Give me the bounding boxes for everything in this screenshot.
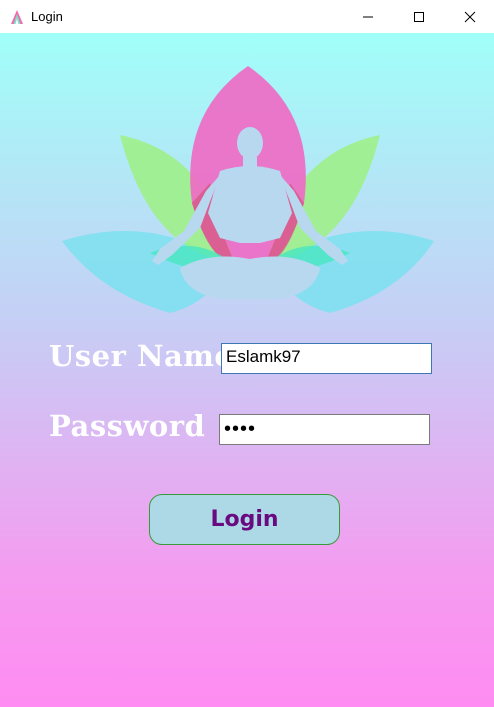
username-label: User Name	[49, 339, 234, 373]
lotus-meditation-icon	[62, 66, 434, 313]
maximize-icon	[414, 11, 424, 22]
login-button[interactable]: Login	[149, 494, 340, 545]
close-button[interactable]	[447, 0, 493, 33]
window-titlebar: Login	[0, 0, 494, 33]
app-logo-icon	[11, 10, 23, 24]
username-input[interactable]: Eslamk97	[221, 343, 432, 374]
password-input[interactable]: ••••	[219, 414, 430, 445]
minimize-button[interactable]	[345, 0, 391, 33]
minimize-icon	[363, 16, 373, 17]
login-panel: User Name Eslamk97 Password •••• Login	[0, 33, 494, 707]
maximize-button[interactable]	[396, 0, 442, 33]
close-icon	[464, 11, 476, 22]
window-title: Login	[31, 9, 63, 24]
password-label: Password	[49, 409, 206, 443]
